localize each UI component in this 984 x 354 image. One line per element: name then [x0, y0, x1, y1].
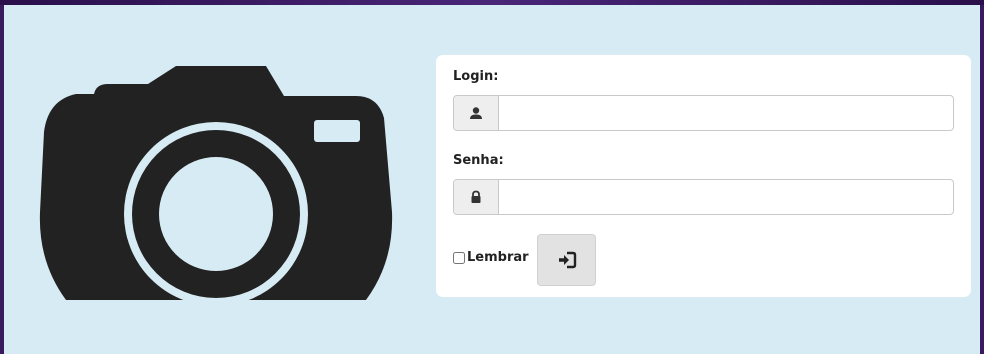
remember-checkbox[interactable] [453, 251, 465, 264]
sign-in-icon [558, 251, 576, 269]
remember-label: Lembrar [467, 250, 529, 265]
camera-icon [36, 66, 396, 302]
lock-icon [454, 180, 499, 214]
password-input[interactable] [499, 180, 953, 214]
password-label: Senha: [453, 153, 504, 168]
login-submit-button[interactable] [537, 234, 596, 286]
login-input-group [453, 95, 954, 131]
login-input[interactable] [499, 96, 953, 130]
remember-checkbox-row[interactable]: Lembrar [453, 250, 529, 265]
user-icon [454, 96, 499, 130]
login-label: Login: [453, 69, 499, 84]
password-input-group [453, 179, 954, 215]
login-panel: Login: Senha: Lembrar [436, 55, 971, 297]
